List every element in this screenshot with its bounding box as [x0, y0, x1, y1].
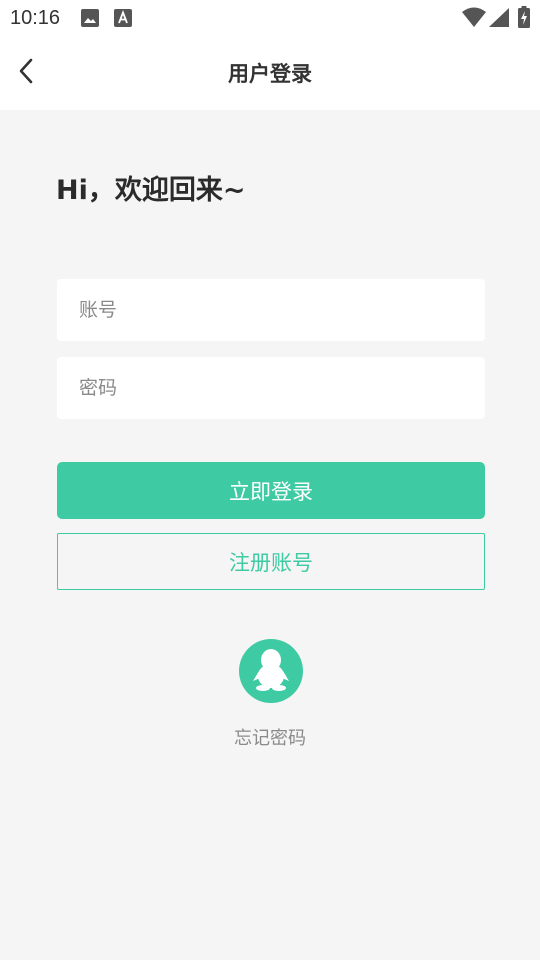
register-button[interactable]: 注册账号 — [57, 533, 485, 590]
forgot-password-link[interactable]: 忘记密码 — [0, 724, 540, 750]
app-bar: 用户登录 — [0, 36, 540, 110]
account-input[interactable] — [79, 299, 463, 321]
login-button[interactable]: 立即登录 — [57, 462, 485, 519]
signal-icon — [489, 8, 509, 31]
qq-penguin-icon — [251, 647, 291, 695]
wifi-icon — [462, 7, 486, 31]
password-input[interactable] — [79, 377, 463, 399]
page-title: 用户登录 — [228, 62, 312, 86]
text-a-icon — [114, 9, 132, 31]
battery-charging-icon — [518, 6, 530, 32]
status-bar: 10:16 — [0, 0, 540, 36]
password-field[interactable] — [57, 357, 485, 419]
greeting-heading: Hi，欢迎回来~ — [56, 175, 246, 206]
status-time: 10:16 — [10, 7, 61, 29]
image-icon — [81, 9, 99, 31]
account-field[interactable] — [57, 279, 485, 341]
qq-login-button[interactable] — [239, 639, 303, 703]
